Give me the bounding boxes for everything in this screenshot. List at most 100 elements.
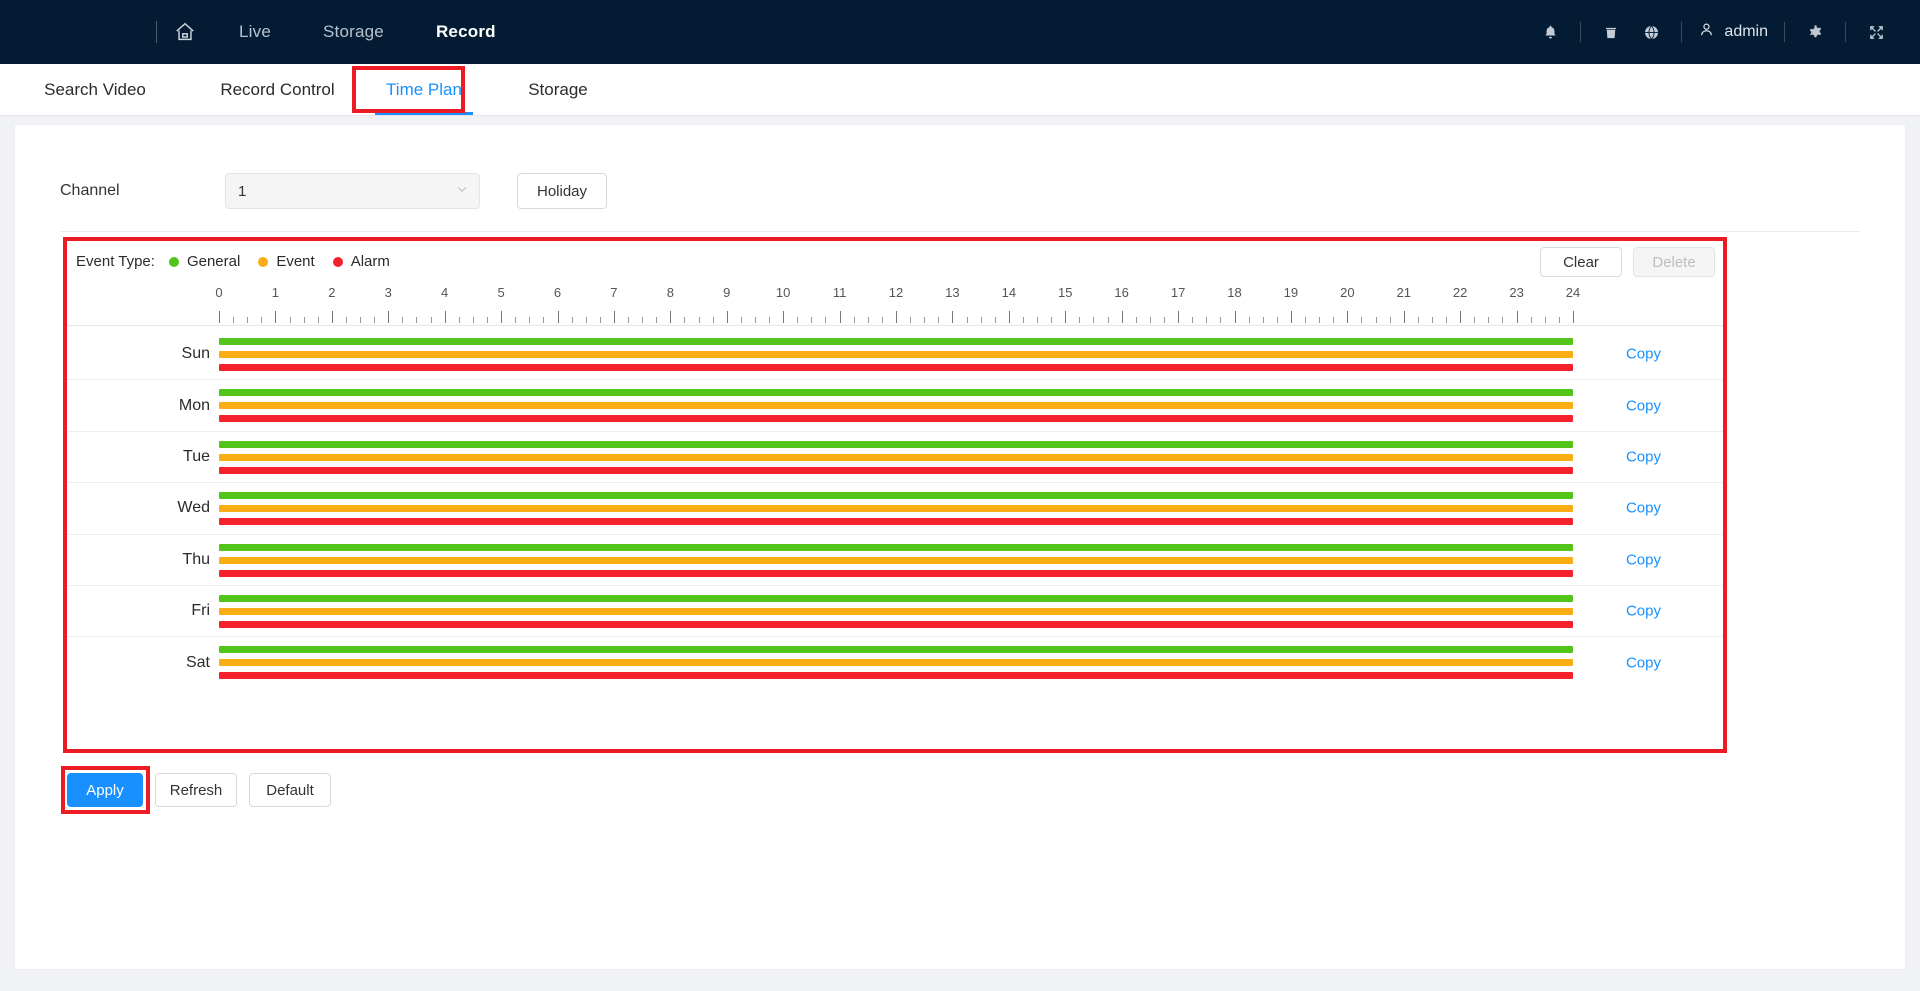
timeline-bar-alarm[interactable] [219,466,1573,474]
copy-link-sat[interactable]: Copy [1626,655,1661,672]
day-label-thu: Thu [182,550,210,568]
ruler-minor-tick [628,317,630,323]
footer-buttons: Apply Refresh Default [67,773,331,807]
tab-time-plan[interactable]: Time Plan [365,64,483,115]
ruler-major-tick [1121,311,1123,323]
ruler-minor-tick [1333,317,1335,323]
timeline-bar-general[interactable] [219,594,1573,602]
ruler-major-tick [1065,311,1067,323]
ruler-minor-tick [1079,317,1081,323]
copy-link-fri[interactable]: Copy [1626,603,1661,620]
refresh-button[interactable]: Refresh [155,773,237,807]
ruler-minor-tick [360,317,362,323]
copy-link-tue[interactable]: Copy [1626,448,1661,465]
apply-button[interactable]: Apply [67,773,143,807]
channel-row: Channel 1 Holiday [60,173,607,209]
timeline-bar-event[interactable] [219,351,1573,358]
ruler-minor-tick [684,317,686,323]
timeline-track[interactable] [219,586,1573,636]
ruler-minor-tick [1305,317,1307,323]
timeline-bar-general[interactable] [219,389,1573,397]
user-menu[interactable]: admin [1692,21,1774,43]
copy-link-mon[interactable]: Copy [1626,397,1661,414]
trash-icon[interactable] [1591,0,1631,64]
holiday-button[interactable]: Holiday [517,173,607,209]
bell-icon[interactable] [1530,0,1570,64]
ruler-minor-tick [1502,317,1504,323]
timeline-track[interactable] [219,380,1573,430]
tab-record-control[interactable]: Record Control [190,64,365,115]
nav-item-storage[interactable]: Storage [297,0,410,64]
legend-label: Alarm [350,253,390,270]
ruler-hour-label: 12 [888,285,904,300]
ruler-minor-tick [1276,317,1278,323]
ruler-minor-tick [924,317,926,323]
timeline-bar-event[interactable] [219,659,1573,667]
header-right-tools: admin [1530,0,1896,64]
timeline-bar-general[interactable] [219,440,1573,448]
timeline-bar-alarm[interactable] [219,518,1573,526]
timeline-bar-alarm[interactable] [219,620,1573,628]
schedule-day-row: Mon Copy [67,380,1723,432]
timeline-bar-alarm[interactable] [219,364,1573,371]
timeline-bar-alarm[interactable] [219,569,1573,577]
ruler-hour-label: 14 [1001,285,1017,300]
timeline-bar-general[interactable] [219,338,1573,345]
tab-storage[interactable]: Storage [483,64,633,115]
ruler-hour-label: 22 [1452,285,1468,300]
tab-search-video[interactable]: Search Video [0,64,190,115]
timeline-bar-event[interactable] [219,607,1573,615]
ruler-minor-tick [1093,317,1095,323]
timeline-bar-general[interactable] [219,646,1573,654]
ruler-minor-tick [980,317,982,323]
ruler-hour-label: 10 [775,285,791,300]
header-separator [1580,22,1582,42]
timeline-bar-general[interactable] [219,492,1573,500]
nav-item-live[interactable]: Live [213,0,297,64]
timeline-bar-alarm[interactable] [219,672,1573,680]
ruler-minor-tick [1474,317,1476,323]
delete-button[interactable]: Delete [1633,247,1715,277]
ruler-hour-label: 9 [723,285,731,300]
timeline-track[interactable] [219,329,1573,379]
timeline-bar-general[interactable] [219,543,1573,551]
timeline-bar-event[interactable] [219,556,1573,564]
globe-icon[interactable] [1631,0,1671,64]
legend-dot-event [258,256,269,267]
timeline-bar-event[interactable] [219,402,1573,410]
copy-link-wed[interactable]: Copy [1626,500,1661,517]
ruler-minor-tick [402,317,404,323]
ruler-major-tick [613,311,615,323]
timeline-track[interactable] [219,535,1573,585]
ruler-minor-tick [642,317,644,323]
timeline-track[interactable] [219,637,1573,688]
fullscreen-icon[interactable] [1856,0,1896,64]
default-button[interactable]: Default [249,773,331,807]
schedule-panel-buttons: Clear Delete [1540,247,1715,277]
schedule-panel: Event Type: General Event Alarm Clear De… [63,237,1727,753]
timeline-track[interactable] [219,432,1573,482]
schedule-day-row: Sat Copy [67,637,1723,688]
home-icon[interactable] [157,0,213,64]
tab-label: Time Plan [386,79,462,99]
ruler-minor-tick [698,317,700,323]
timeline-bar-event[interactable] [219,453,1573,461]
ruler-hour-label: 24 [1565,285,1581,300]
timeline-bar-event[interactable] [219,505,1573,513]
gear-icon[interactable] [1795,0,1835,64]
ruler-baseline [67,325,1723,326]
ruler-minor-tick [1163,317,1165,323]
channel-select[interactable]: 1 [225,173,480,209]
ruler-minor-tick [529,317,531,323]
nav-item-record[interactable]: Record [410,0,522,64]
day-label-tue: Tue [183,447,210,465]
clear-button[interactable]: Clear [1540,247,1622,277]
ruler-hour-label: 21 [1396,285,1411,300]
copy-link-sun[interactable]: Copy [1626,346,1661,363]
day-label-wed: Wed [177,499,210,517]
timeline-track[interactable] [219,483,1573,533]
schedule-day-row: Wed Copy [67,483,1723,535]
ruler-hour-label: 1 [271,285,280,300]
timeline-bar-alarm[interactable] [219,415,1573,423]
copy-link-thu[interactable]: Copy [1626,551,1661,568]
